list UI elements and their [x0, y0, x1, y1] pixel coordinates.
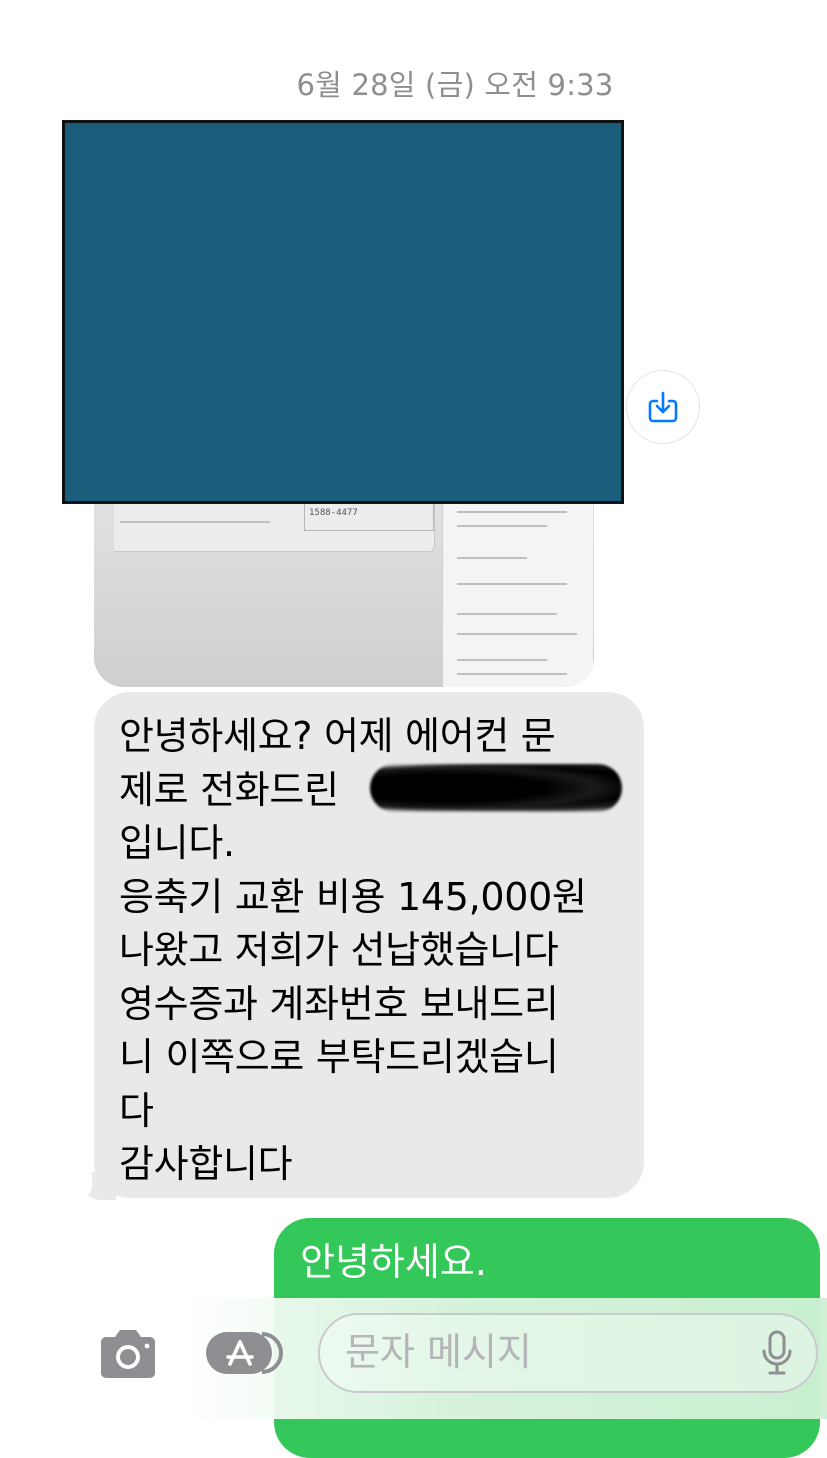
slip-line	[457, 673, 567, 675]
conversation-timestamp: 6월 28일 (금) 오전 9:33	[296, 68, 614, 102]
name-redaction-scribble	[370, 764, 622, 812]
redaction-block	[62, 120, 624, 504]
app-store-icon	[206, 1332, 283, 1374]
slip-line	[457, 525, 547, 527]
form-line	[120, 521, 270, 523]
square-and-arrow-down-icon	[648, 391, 678, 423]
form-phone-box: 1588-4477	[304, 501, 434, 531]
dictation-button[interactable]	[754, 1328, 800, 1378]
slip-line	[457, 583, 567, 585]
microphone-icon	[762, 1330, 792, 1375]
camera-button[interactable]	[94, 1326, 162, 1382]
slip-line	[457, 511, 567, 513]
save-image-button[interactable]	[627, 371, 699, 443]
message-input-placeholder: 문자 메시지	[345, 1330, 532, 1374]
slip-line	[457, 613, 557, 615]
camera-icon	[101, 1330, 155, 1378]
sent-message-text: 안녕하세요.	[300, 1240, 487, 1284]
slip-line	[457, 557, 527, 559]
app-store-button[interactable]	[204, 1330, 290, 1376]
slip-line	[457, 633, 577, 635]
slip-line	[457, 659, 547, 661]
